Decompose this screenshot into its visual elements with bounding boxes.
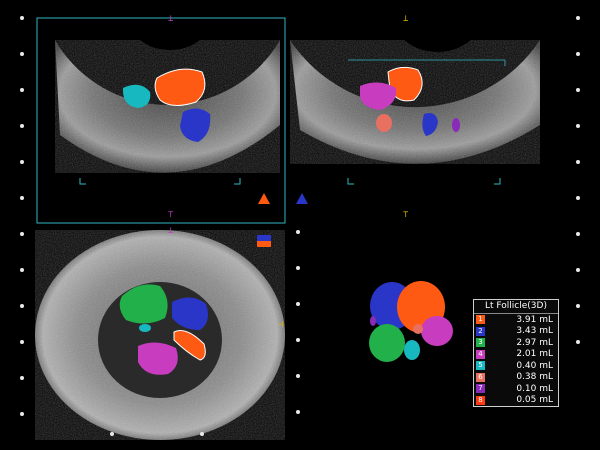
legend-volume: 0.10 mL — [516, 383, 553, 394]
legend-swatch: 5 — [476, 361, 485, 371]
volume-render-indicator-icon — [257, 235, 271, 247]
legend-volume: 2.97 mL — [516, 337, 553, 348]
marker-mid-right: ⊤ — [403, 210, 409, 220]
legend-row: 2 3.43 mL — [474, 326, 558, 338]
legend-volume: 0.40 mL — [516, 360, 553, 371]
legend-swatch: 4 — [476, 349, 485, 359]
legend-row: 8 0.05 mL — [474, 395, 558, 407]
marker-mid-left: ⊤ — [168, 210, 174, 220]
legend-volume: 2.01 mL — [516, 349, 553, 360]
orientation-triangle-icon — [258, 193, 270, 204]
marker-bottom-mid: ⊥ — [168, 226, 174, 236]
legend-row: 5 0.40 mL — [474, 360, 558, 372]
legend-row: 4 2.01 mL — [474, 349, 558, 361]
legend-row: 6 0.38 mL — [474, 372, 558, 384]
legend-swatch: 8 — [476, 395, 485, 405]
legend-title: Lt Follicle(3D) — [474, 300, 558, 314]
legend-volume: 0.38 mL — [516, 372, 553, 383]
pane-bottom-left[interactable] — [35, 230, 285, 440]
marker-top-right: ⊥ — [403, 14, 409, 24]
orientation-triangle-dual-icon — [296, 193, 308, 204]
legend-volume: 3.91 mL — [516, 314, 553, 325]
legend-swatch: 7 — [476, 384, 485, 394]
legend-swatch: 6 — [476, 372, 485, 382]
legend-volume: 3.43 mL — [516, 326, 553, 337]
marker-top-left: ⊥ — [168, 14, 174, 24]
follicle-volume-legend: Lt Follicle(3D) 1 3.91 mL 2 3.43 mL 3 2.97 mL… — [473, 299, 559, 407]
depth-markers — [79, 178, 501, 185]
legend-swatch: 2 — [476, 326, 485, 336]
legend-row: 1 3.91 mL — [474, 314, 558, 326]
legend-row: 3 2.97 mL — [474, 337, 558, 349]
legend-volume: 0.05 mL — [516, 395, 553, 406]
follicle-3d-render[interactable] — [369, 281, 453, 362]
legend-row: 7 0.10 mL — [474, 383, 558, 395]
legend-swatch: 3 — [476, 338, 485, 348]
legend-swatch: 1 — [476, 315, 485, 325]
marker-right-side: ⊣ — [278, 320, 284, 330]
